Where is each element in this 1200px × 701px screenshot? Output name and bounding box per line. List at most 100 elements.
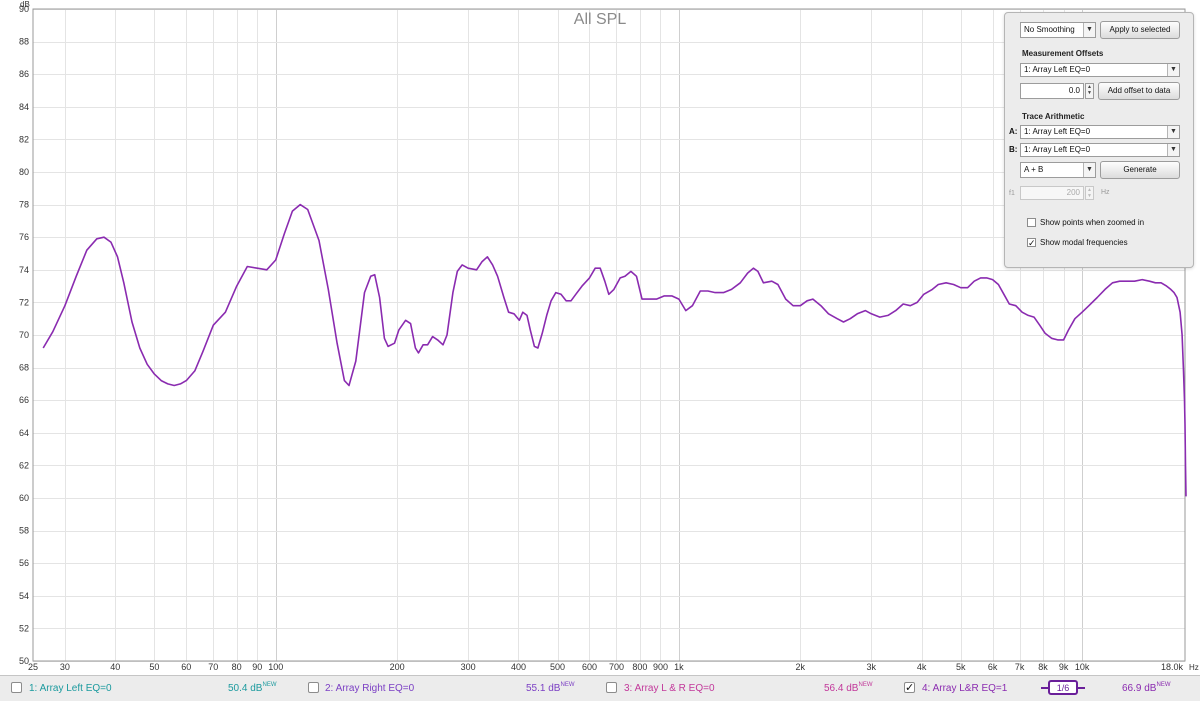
legend-value-1: 50.4 dBNEW [228,682,277,694]
show-points-checkbox[interactable] [1027,218,1036,227]
chevron-down-icon: ▼ [1167,126,1179,138]
y-tick-label: 86 [19,69,29,79]
offset-measurement-select[interactable]: 1: Array Left EQ=0 ▼ [1020,63,1180,77]
x-tick-label: 5k [956,662,966,672]
b-label: B: [1009,145,1018,154]
trace-arithmetic-title: Trace Arithmetic [1022,112,1085,121]
x-tick-label: 4k [917,662,927,672]
x-tick-label: 100 [268,662,283,672]
pager-total: 6 [1064,683,1070,693]
trace-a-value: 1: Array Left EQ=0 [1024,127,1091,136]
x-tick-label: 900 [653,662,668,672]
y-tick-label: 68 [19,363,29,373]
y-tick-label: 82 [19,134,29,144]
show-points-label: Show points when zoomed in [1040,218,1145,227]
operation-value: A + B [1024,165,1044,174]
trace-b-select[interactable]: 1: Array Left EQ=0 ▼ [1020,143,1180,157]
show-modal-label: Show modal frequencies [1040,238,1128,247]
chart-title: All SPL [574,11,627,28]
smoothing-select[interactable]: No Smoothing ▼ [1020,22,1096,38]
x-tick-label: 3k [867,662,877,672]
y-tick-label: 88 [19,37,29,47]
measurement-offsets-title: Measurement Offsets [1022,49,1104,58]
y-axis-labels: 5052545658606264666870727476788082848688… [19,4,29,666]
legend-name-1[interactable]: 1: Array Left EQ=0 [29,683,112,694]
legend-name-4[interactable]: 4: Array L&R EQ=1 [922,683,1007,694]
a-label: A: [1009,127,1018,136]
offset-stepper[interactable]: ▲ ▼ [1085,83,1094,99]
legend-bar: 1: Array Left EQ=0 50.4 dBNEW 2: Array R… [0,675,1200,701]
legend-name-3[interactable]: 3: Array L & R EQ=0 [624,683,715,694]
x-tick-label: 8k [1038,662,1048,672]
legend-name-2[interactable]: 2: Array Right EQ=0 [325,683,414,694]
pager-current: 1 [1056,683,1062,693]
x-axis-labels: 25 30 40 50 60 70 80 90 100 200 300 400 500 600 700 800… [28,662,1183,672]
pager-indicator[interactable]: 1/6 [1048,680,1078,695]
legend-value-2: 55.1 dBNEW [526,682,575,694]
x-tick-label: 6k [988,662,998,672]
y-tick-label: 58 [19,526,29,536]
legend-checkbox-1[interactable] [11,682,22,693]
f1-label: f1 [1009,190,1015,197]
trace-a-select[interactable]: 1: Array Left EQ=0 ▼ [1020,125,1180,139]
y-tick-label: 60 [19,493,29,503]
x-tick-label: 30 [60,662,70,672]
f1-stepper: ▲ ▼ [1085,186,1094,200]
legend-checkbox-2[interactable] [308,682,319,693]
x-tick-label: 500 [550,662,565,672]
x-tick-label: 2k [796,662,806,672]
y-tick-label: 54 [19,591,29,601]
show-modal-checkbox[interactable]: ✓ [1027,238,1036,248]
control-panel: No Smoothing ▼ Apply to selected Measure… [1004,12,1194,268]
x-tick-label: 18.0k [1161,662,1184,672]
y-tick-label: 80 [19,167,29,177]
x-tick-label: 70 [208,662,218,672]
generate-button[interactable]: Generate [1100,161,1180,179]
x-tick-label: 50 [149,662,159,672]
x-tick-label: 1k [674,662,684,672]
chevron-down-icon: ▼ [1167,144,1179,156]
pager-dash-left [1041,687,1048,689]
y-unit-label: dB [20,0,30,9]
y-tick-label: 72 [19,297,29,307]
y-tick-label: 66 [19,395,29,405]
legend-value-3: 56.4 dBNEW [824,682,873,694]
x-tick-label: 800 [632,662,647,672]
apply-to-selected-button[interactable]: Apply to selected [1100,21,1180,39]
y-tick-label: 56 [19,558,29,568]
x-unit-label: Hz [1189,663,1199,672]
operation-select[interactable]: A + B ▼ [1020,162,1096,178]
chevron-down-icon: ▼ [1167,64,1179,76]
x-tick-label: 80 [232,662,242,672]
x-tick-label: 40 [110,662,120,672]
pager-dash-right [1078,687,1085,689]
y-tick-label: 84 [19,102,29,112]
x-tick-label: 700 [609,662,624,672]
x-tick-label: 90 [252,662,262,672]
y-tick-label: 52 [19,623,29,633]
y-tick-label: 78 [19,200,29,210]
f1-unit: Hz [1101,189,1110,196]
x-tick-label: 10k [1075,662,1090,672]
legend-checkbox-4[interactable]: ✓ [904,682,915,694]
x-tick-label: 25 [28,662,38,672]
y-tick-label: 74 [19,265,29,275]
legend-checkbox-3[interactable] [606,682,617,693]
f1-field: 200 [1020,186,1084,200]
x-tick-label: 300 [461,662,476,672]
y-tick-label: 70 [19,330,29,340]
y-tick-label: 76 [19,232,29,242]
chevron-down-icon: ▼ [1083,163,1095,177]
y-tick-label: 62 [19,460,29,470]
x-tick-label: 600 [582,662,597,672]
x-tick-label: 7k [1015,662,1025,672]
x-tick-label: 400 [511,662,526,672]
add-offset-button[interactable]: Add offset to data [1098,82,1180,100]
chevron-down-icon: ▼ [1083,23,1095,37]
x-tick-label: 200 [390,662,405,672]
offset-value-field[interactable]: 0.0 [1020,83,1084,99]
smoothing-value: No Smoothing [1024,25,1075,34]
y-tick-label: 64 [19,428,29,438]
x-tick-label: 60 [181,662,191,672]
offset-measurement-value: 1: Array Left EQ=0 [1024,65,1091,74]
